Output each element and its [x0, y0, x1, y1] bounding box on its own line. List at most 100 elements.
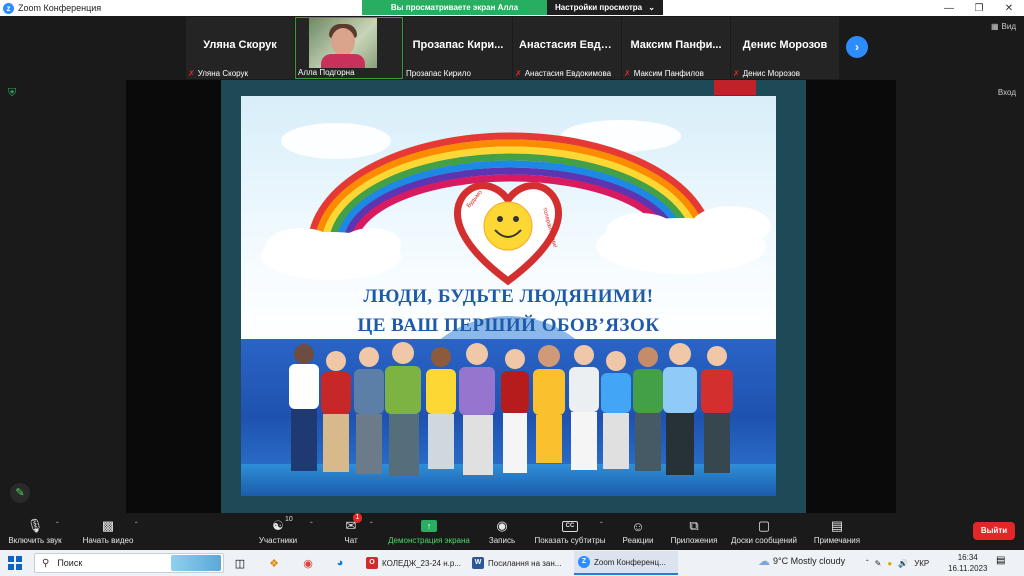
next-page-button[interactable]: › — [846, 36, 868, 58]
clock-date: 16.11.2023 — [948, 564, 988, 573]
participants-icon: ☯ 10 — [272, 516, 293, 533]
chevron-up-icon[interactable]: ˆ — [866, 559, 869, 568]
search-icon: ⚲ — [42, 557, 50, 569]
slide-tab — [714, 80, 756, 95]
taskbar-search[interactable]: ⚲ Поиск — [34, 553, 224, 573]
start-video-button[interactable]: ▩ Начать видео — [80, 517, 136, 549]
participant-name: Уляна Скорук — [197, 69, 249, 78]
chevron-up-icon[interactable]: ˆ — [370, 521, 373, 530]
language-indicator[interactable]: УКР — [914, 559, 929, 568]
slide-heading-line1: ЛЮДИ, БУДЬТЕ ЛЮДЯНИМИ! — [363, 286, 654, 307]
notifications-icon[interactable]: ▤ — [996, 555, 1010, 569]
maximize-icon[interactable]: ❐ — [964, 0, 994, 16]
captions-label: Показать субтитры — [534, 536, 606, 545]
reactions-icon: ☺ — [631, 518, 645, 534]
view-options-button[interactable]: Настройки просмотра ⌄ — [547, 0, 663, 15]
windows-taskbar: ⚲ Поиск ◫ ❖ ◉ ◕ O КОЛЕДЖ_23-24 н.р... W … — [0, 550, 1024, 576]
chevron-up-icon[interactable]: ˆ — [600, 521, 603, 530]
chrome-icon[interactable]: ◉ — [300, 555, 316, 571]
whiteboards-label: Доски сообщений — [730, 536, 797, 545]
window-title: Zoom Конференция — [18, 3, 102, 13]
view-label: Вид — [1001, 22, 1016, 31]
edge-icon[interactable]: ◕ — [332, 555, 348, 571]
chevron-up-icon[interactable]: ˆ — [56, 521, 59, 530]
weather-widget[interactable]: ☁ 9°C Mostly cloudy — [758, 554, 845, 568]
security-shield-icon[interactable]: ⛨ — [8, 87, 18, 99]
chat-badge: 1 — [352, 513, 363, 523]
weather-label: 9°C Mostly cloudy — [773, 556, 846, 566]
participant-tile[interactable]: Денис Морозов ✗ Денис Морозов — [731, 17, 839, 79]
chevron-up-icon[interactable]: ˆ — [135, 521, 138, 530]
people-illustration — [289, 342, 733, 476]
reactions-label: Реакции — [622, 536, 654, 545]
taskbar-app-label: Посилання на зан... — [488, 558, 562, 568]
whiteboards-button[interactable]: ▢ Доски сообщений — [728, 517, 800, 549]
unmute-label: Включить звук — [8, 536, 62, 545]
minimize-icon[interactable]: — — [934, 0, 964, 16]
share-screen-button[interactable]: ↑ Демонстрация экрана — [386, 517, 472, 549]
participant-name-large: Анастасия Евдо... — [519, 39, 617, 51]
app-tray-icon[interactable]: ● — [887, 559, 892, 568]
slide: Будьмо толерантними! ЛЮДИ, БУДЬТЕ ЛЮДЯНИ… — [241, 96, 776, 496]
participant-name-large: Денис Морозов — [742, 39, 828, 51]
chevron-up-icon[interactable]: ˆ — [310, 521, 313, 530]
chat-icon: ✉ 1 — [346, 513, 363, 535]
shared-screen: Будьмо толерантними! ЛЮДИ, БУДЬТЕ ЛЮДЯНИ… — [126, 80, 896, 513]
chat-button[interactable]: ✉ 1 Чат — [338, 513, 364, 549]
word-icon: W — [472, 557, 484, 569]
pencil-icon: ✎ — [15, 487, 25, 499]
participant-tile[interactable]: Прозапас Кири... Прозапас Кирило — [404, 17, 512, 79]
taskbar-app-opera[interactable]: O КОЛЕДЖ_23-24 н.р... — [362, 551, 462, 575]
participant-name-large: Прозапас Кири... — [412, 39, 504, 51]
muted-mic-icon: ✗ — [624, 69, 631, 78]
taskbar-app-word[interactable]: W Посилання на зан... — [468, 551, 566, 575]
record-button[interactable]: ◉ Запись — [486, 517, 518, 549]
muted-mic-icon: ✗ — [515, 69, 522, 78]
participants-button[interactable]: ☯ 10 Участники — [256, 516, 300, 549]
close-icon[interactable]: ✕ — [994, 0, 1024, 16]
participant-tile[interactable]: Уляна Скорук ✗ Уляна Скорук — [186, 17, 294, 79]
participant-tile[interactable]: Анастасия Евдо... ✗ Анастасия Евдокимова — [513, 17, 621, 79]
record-icon: ◉ — [496, 518, 508, 533]
taskbar-app-label: Zoom Конференц... — [594, 557, 666, 567]
chat-label: Чат — [344, 536, 358, 545]
participant-name: Денис Морозов — [742, 69, 800, 78]
chevron-right-icon: › — [855, 40, 859, 54]
whiteboard-icon: ▢ — [757, 518, 771, 533]
window-controls: — ❐ ✕ — [934, 0, 1024, 16]
taskbar-clock[interactable]: 16:34 16.11.2023 — [948, 552, 987, 574]
pen-tray-icon[interactable]: ✎ — [875, 559, 882, 568]
chevron-down-icon: ⌄ — [648, 3, 655, 12]
participant-strip: Уляна Скорук ✗ Уляна Скорук Алла Подгорна… — [186, 17, 840, 79]
participant-tile[interactable]: Максим Панфи... ✗ Максим Панфилов — [622, 17, 730, 79]
slide-heading-line2: ЦЕ ВАШ ПЕРШИЙ ОБОВ’ЯЗОК — [357, 315, 660, 336]
view-button[interactable]: ▦ Вид — [991, 22, 1016, 31]
start-video-label: Начать видео — [82, 536, 134, 545]
participant-tile-video[interactable]: Алла Подгорна — [295, 17, 403, 79]
record-label: Запись — [488, 536, 516, 545]
meeting-toolbar: 🎙 Включить звук ˆ ▩ Начать видео ˆ ☯ 10 У… — [0, 513, 1024, 550]
app-pinned-icon[interactable]: ❖ — [266, 555, 282, 571]
search-highlight-image — [171, 555, 221, 571]
grid-icon: ▦ — [990, 22, 999, 31]
apps-icon: ⧉ — [689, 518, 699, 533]
reactions-button[interactable]: ☺ Реакции — [620, 517, 656, 549]
leave-button[interactable]: Выйти — [973, 522, 1015, 540]
share-screen-icon: ↑ — [421, 520, 437, 532]
windows-start-icon[interactable] — [8, 556, 22, 570]
speaker-icon[interactable]: 🔊 — [898, 559, 908, 568]
muted-mic-icon: ✗ — [733, 69, 740, 78]
taskbar-app-zoom[interactable]: Z Zoom Конференц... — [574, 551, 678, 575]
enter-button[interactable]: Вход — [998, 88, 1016, 97]
apps-button[interactable]: ⧉ Приложения — [668, 517, 720, 549]
share-banner-message: Вы просматриваете экран Алла Подгорна — [362, 0, 547, 27]
notes-button[interactable]: ▤ Примечания — [810, 517, 864, 549]
annotate-pencil-button[interactable]: ✎ — [10, 483, 30, 503]
task-view-icon[interactable]: ◫ — [232, 555, 248, 571]
opera-icon: O — [366, 557, 378, 569]
muted-mic-icon: 🎙 — [26, 518, 44, 533]
captions-button[interactable]: CC Показать субтитры — [532, 517, 608, 549]
video-off-icon: ▩ — [101, 518, 115, 533]
clock-time: 16:34 — [957, 553, 978, 562]
notes-label: Примечания — [813, 536, 861, 545]
